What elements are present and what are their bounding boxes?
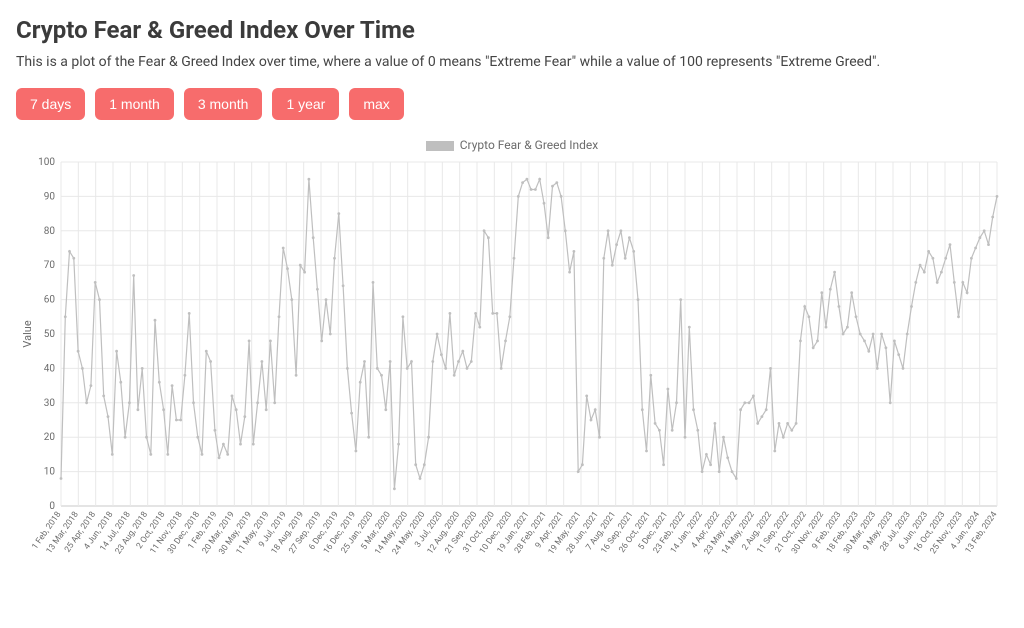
svg-text:40: 40 [44, 363, 56, 374]
chart-description: This is a plot of the Fear & Greed Index… [16, 54, 1008, 70]
svg-text:70: 70 [44, 260, 56, 271]
svg-text:Value: Value [21, 320, 34, 347]
fear-greed-line-chart: 0102030405060708090100Value1 Feb, 201813… [16, 156, 1008, 586]
range-max-button[interactable]: max [349, 88, 403, 120]
page-title: Crypto Fear & Greed Index Over Time [16, 16, 1008, 44]
chart-container: Crypto Fear & Greed Index 01020304050607… [16, 138, 1008, 586]
svg-text:50: 50 [44, 329, 56, 340]
range-1month-button[interactable]: 1 month [95, 88, 174, 120]
svg-text:90: 90 [44, 191, 56, 202]
svg-text:10: 10 [44, 467, 56, 478]
legend-swatch [426, 141, 454, 151]
range-3month-button[interactable]: 3 month [184, 88, 263, 120]
svg-text:30: 30 [44, 398, 56, 409]
chart-legend: Crypto Fear & Greed Index [16, 138, 1008, 152]
range-button-row: 7 days 1 month 3 month 1 year max [16, 88, 1008, 120]
svg-text:60: 60 [44, 295, 56, 306]
svg-text:20: 20 [44, 432, 56, 443]
range-7days-button[interactable]: 7 days [16, 88, 85, 120]
svg-text:100: 100 [38, 157, 55, 168]
svg-text:80: 80 [44, 226, 56, 237]
range-1year-button[interactable]: 1 year [272, 88, 339, 120]
legend-label: Crypto Fear & Greed Index [460, 138, 599, 152]
